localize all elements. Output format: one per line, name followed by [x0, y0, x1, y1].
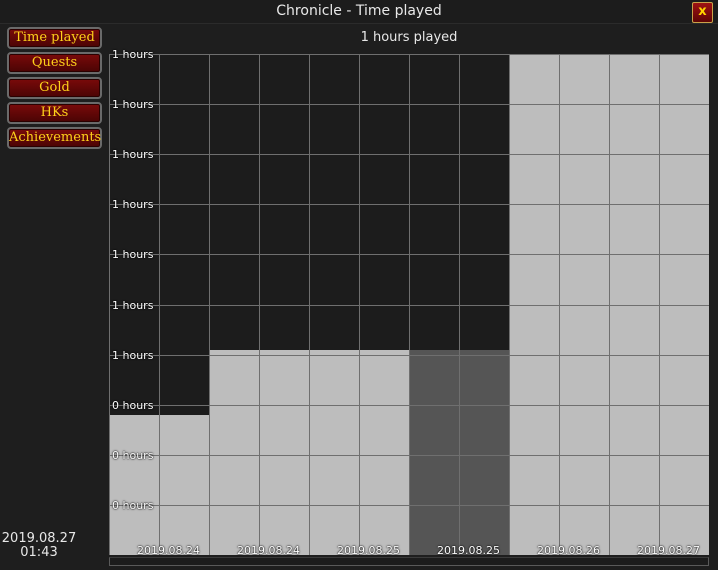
grid-hline — [109, 204, 709, 205]
x-tick-label: 2019.08.25 — [337, 544, 400, 557]
y-tick-label: 0 hours — [112, 449, 154, 462]
time-played-button[interactable]: Time played — [7, 27, 102, 49]
clock-time: 01:43 — [20, 545, 58, 560]
title-bar: Chronicle - Time played x — [0, 0, 718, 24]
y-tick-label: 0 hours — [112, 499, 154, 512]
grid-hline — [109, 305, 709, 306]
chart-plot-area — [109, 54, 709, 555]
close-button[interactable]: x — [692, 2, 713, 23]
y-tick-label: 1 hours — [112, 98, 154, 111]
chart-title: 1 hours played — [360, 30, 458, 45]
x-tick-label: 2019.08.27 — [637, 544, 700, 557]
hks-button[interactable]: HKs — [7, 102, 102, 124]
grid-hline — [109, 104, 709, 105]
window-title: Chronicle - Time played — [276, 3, 442, 19]
achievements-button[interactable]: Achievements — [7, 127, 102, 149]
grid-hline — [109, 254, 709, 255]
y-tick-label: 1 hours — [112, 48, 154, 61]
y-tick-label: 1 hours — [112, 349, 154, 362]
chart-scrollbar[interactable] — [109, 557, 709, 566]
x-tick-label: 2019.08.24 — [237, 544, 300, 557]
grid-hline — [109, 455, 709, 456]
x-tick-label: 2019.08.25 — [437, 544, 500, 557]
gold-button[interactable]: Gold — [7, 77, 102, 99]
x-tick-label: 2019.08.24 — [137, 544, 200, 557]
grid-hline — [109, 154, 709, 155]
y-tick-label: 1 hours — [112, 148, 154, 161]
y-tick-label: 1 hours — [112, 198, 154, 211]
grid-hline — [109, 54, 709, 55]
x-tick-label: 2019.08.26 — [537, 544, 600, 557]
grid-hline — [109, 505, 709, 506]
y-tick-label: 1 hours — [112, 248, 154, 261]
grid-hline — [109, 355, 709, 356]
y-tick-label: 0 hours — [112, 399, 154, 412]
y-tick-label: 1 hours — [112, 299, 154, 312]
clock-date: 2019.08.27 — [1, 531, 77, 546]
quests-button[interactable]: Quests — [7, 52, 102, 74]
grid-hline — [109, 405, 709, 406]
